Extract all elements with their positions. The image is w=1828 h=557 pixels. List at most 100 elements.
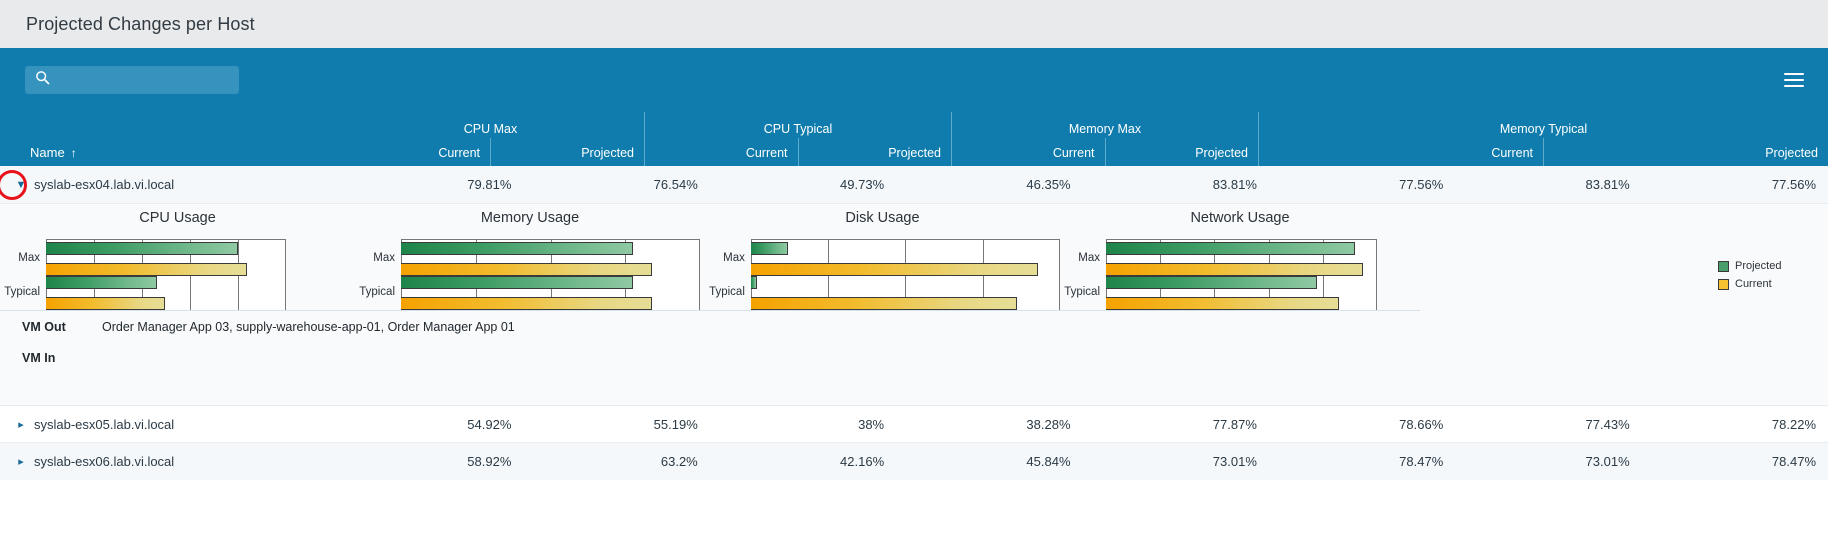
chart-disk-usage: Disk Usage Max Typical	[705, 210, 1060, 311]
table-row[interactable]: ▼ syslab-esx04.lab.vi.local 79.81% 76.54…	[0, 166, 1828, 203]
axis-tick-label: Max	[723, 252, 745, 264]
column-header-memory-max-current[interactable]: Current	[952, 138, 1105, 166]
column-group-memory-typical: Memory Typical Current Projected	[1258, 112, 1828, 166]
hamburger-menu-icon[interactable]	[1784, 73, 1804, 87]
column-headers: Name ↑ CPU Max Current Projected CPU Typ…	[0, 112, 1828, 166]
column-header-memory-typical-projected[interactable]: Projected	[1543, 138, 1828, 166]
chart-bar-projected-max	[1106, 242, 1356, 255]
cell-memory-typical-current: 83.81%	[1585, 177, 1630, 192]
chart-plot-area	[401, 239, 700, 311]
column-group-label: CPU Typical	[763, 122, 833, 136]
cell-memory-max-current: 77.87%	[1212, 416, 1257, 432]
column-header-name[interactable]: Name ↑	[0, 112, 337, 166]
column-header-cpu-typical-current[interactable]: Current	[645, 138, 798, 166]
column-header-memory-typical-current[interactable]: Current	[1259, 138, 1543, 166]
chart-bar-group	[401, 242, 700, 276]
chart-y-axis-labels: Max Typical	[355, 239, 401, 311]
legend-item-projected: Projected	[1718, 260, 1781, 272]
table-row-name-cell[interactable]: ▸ syslab-esx06.lab.vi.local	[0, 454, 337, 469]
chart-bar-projected-max	[401, 242, 634, 255]
chart-plot-area	[1106, 239, 1377, 311]
cell-memory-typical-current: 77.43%	[1585, 416, 1630, 432]
chart-bar-current-max	[46, 263, 248, 276]
projected-changes-page: Projected Changes per Host Name ↑ CPU Ma…	[0, 0, 1828, 557]
chart-baseline	[1060, 310, 1420, 311]
cell-cpu-max-projected: 63.2%	[660, 454, 698, 469]
chart-y-axis-labels: Max Typical	[0, 239, 46, 311]
chart-memory-usage: Memory Usage Max Typical	[355, 210, 705, 311]
table-row-name-cell[interactable]: ▸ syslab-esx05.lab.vi.local	[0, 417, 337, 432]
expanded-row-detail-panel: CPU Usage Max Typical Memory Usage Max Typica…	[0, 203, 1828, 406]
cell-memory-typical-projected: 77.56%	[1771, 177, 1816, 192]
chart-cpu-usage: CPU Usage Max Typical	[0, 210, 355, 311]
cell-memory-max-current: 73.01%	[1212, 454, 1257, 469]
sort-ascending-icon: ↑	[70, 146, 77, 160]
column-group-cpu-typical: CPU Typical Current Projected	[644, 112, 951, 166]
cell-cpu-max-projected: 55.19%	[653, 416, 698, 432]
chart-title: CPU Usage	[139, 210, 216, 226]
chart-bar-current-typical	[46, 297, 166, 310]
chart-baseline	[355, 310, 705, 311]
column-header-cpu-typical-projected[interactable]: Projected	[797, 138, 952, 166]
chart-bar-projected-max	[750, 242, 788, 255]
cell-memory-typical-projected: 78.22%	[1771, 416, 1816, 432]
table-row[interactable]: ▸ syslab-esx06.lab.vi.local 58.92% 63.2%…	[0, 443, 1828, 480]
cell-cpu-typical-projected: 45.84%	[1026, 454, 1071, 469]
column-header-cpu-max-projected[interactable]: Projected	[490, 138, 644, 166]
column-group-label: Memory Typical	[1499, 122, 1588, 136]
table-row-name-cell[interactable]: ▼ syslab-esx04.lab.vi.local	[0, 169, 337, 200]
cell-memory-typical-projected: 78.47%	[1771, 454, 1816, 469]
cell-memory-max-projected: 77.56%	[1399, 177, 1444, 192]
chart-bar-current-typical	[401, 297, 652, 310]
chart-bar-group	[1106, 276, 1377, 310]
legend-label-current: Current	[1735, 278, 1772, 290]
chart-title: Network Usage	[1190, 210, 1290, 226]
vm-in-label: VM In	[22, 351, 56, 365]
chart-bar-current-max	[401, 263, 652, 276]
usage-charts-container: CPU Usage Max Typical Memory Usage Max Typica…	[0, 204, 1828, 311]
chart-bar-current-typical	[1106, 297, 1340, 310]
axis-tick-label: Max	[18, 252, 40, 264]
page-title: Projected Changes per Host	[26, 13, 255, 34]
chart-bar-projected-typical	[401, 276, 634, 289]
chart-bar-group	[1106, 242, 1377, 276]
cell-memory-max-current: 83.81%	[1212, 177, 1257, 192]
legend-label-projected: Projected	[1735, 260, 1782, 272]
chart-baseline	[705, 310, 1060, 311]
chart-title: Disk Usage	[845, 210, 920, 226]
chart-bar-group	[46, 276, 286, 310]
expand-collapse-chevron-icon[interactable]: ▼	[12, 179, 30, 191]
search-box[interactable]	[25, 66, 239, 94]
table-header-zone: Name ↑ CPU Max Current Projected CPU Typ…	[0, 48, 1828, 166]
search-input[interactable]	[58, 72, 218, 88]
chart-bar-current-max	[1106, 263, 1364, 276]
cell-memory-max-projected: 78.47%	[1399, 454, 1444, 469]
column-header-memory-max-projected[interactable]: Projected	[1104, 138, 1259, 166]
table-toolbar	[0, 48, 1828, 112]
cell-cpu-max-current: 79.81%	[467, 177, 512, 192]
table-row[interactable]: ▸ syslab-esx05.lab.vi.local 54.92% 55.19…	[0, 406, 1828, 443]
column-header-cpu-max-current[interactable]: Current	[337, 138, 490, 166]
chart-plot-area	[750, 239, 1060, 311]
cell-cpu-max-projected: 76.54%	[653, 177, 698, 192]
expand-collapse-chevron-icon[interactable]: ▸	[12, 418, 30, 431]
axis-tick-label: Max	[1078, 252, 1100, 264]
cell-memory-max-projected: 78.66%	[1399, 416, 1444, 432]
axis-tick-label: Typical	[709, 286, 745, 298]
chart-bar-current-max	[750, 263, 1039, 276]
host-name: syslab-esx05.lab.vi.local	[34, 416, 175, 432]
cell-cpu-typical-projected: 46.35%	[1026, 177, 1071, 192]
cell-cpu-typical-current: 38%	[858, 416, 885, 432]
chart-legend: Projected Current	[1718, 260, 1781, 296]
chart-bar-group	[46, 242, 286, 276]
cell-cpu-typical-current: 42.16%	[840, 454, 885, 469]
chart-bar-current-typical	[750, 297, 1017, 310]
axis-tick-label: Typical	[359, 286, 395, 298]
cell-memory-typical-current: 73.01%	[1585, 454, 1630, 469]
axis-tick-label: Max	[373, 252, 395, 264]
vm-in-row: VM In	[0, 343, 1828, 373]
expand-collapse-chevron-icon[interactable]: ▸	[12, 455, 30, 468]
cell-cpu-max-current: 54.92%	[467, 416, 512, 432]
chart-bar-projected-typical	[1106, 276, 1318, 289]
chart-bar-projected-max	[46, 242, 238, 255]
